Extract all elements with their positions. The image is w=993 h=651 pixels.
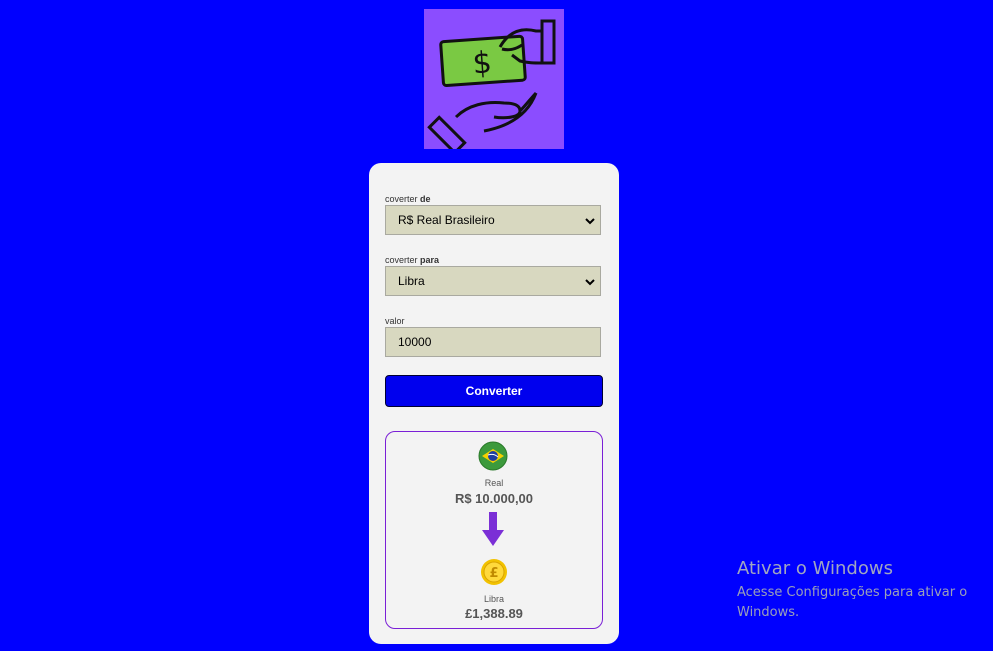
result-panel: Real R$ 10.000,00 £ Libra £1,388.89: [385, 431, 603, 629]
windows-activation-watermark: Ativar o Windows Acesse Configurações pa…: [737, 558, 987, 623]
svg-text:$: $: [471, 45, 492, 81]
amount-input[interactable]: 10000: [385, 327, 601, 357]
to-currency-value: Libra: [398, 274, 425, 288]
from-currency-label: coverter de: [385, 194, 431, 204]
amount-label: valor: [385, 316, 405, 326]
arrow-down-icon: [482, 512, 504, 546]
to-currency-label: coverter para: [385, 255, 440, 265]
watermark-title: Ativar o Windows: [737, 558, 893, 579]
to-currency-select[interactable]: Libra: [385, 266, 601, 296]
chevron-down-icon: [585, 279, 595, 286]
money-hands-icon: $: [427, 19, 556, 149]
from-currency-value: R$ Real Brasileiro: [398, 213, 495, 227]
pound-coin-icon: £: [481, 559, 507, 585]
svg-text:£: £: [489, 566, 498, 581]
app-logo: $: [424, 9, 564, 149]
from-amount-value: R$ 10.000,00: [454, 491, 534, 506]
amount-value: 10000: [398, 335, 432, 349]
converter-card: coverter de R$ Real Brasileiro coverter …: [369, 163, 619, 644]
from-currency-name: Real: [484, 478, 504, 488]
to-amount-value: £1,388.89: [465, 606, 523, 621]
convert-button[interactable]: Converter: [385, 375, 603, 407]
to-currency-name: Libra: [483, 594, 504, 604]
watermark-text: Acesse Configurações para ativar o Windo…: [737, 585, 968, 620]
chevron-down-icon: [585, 218, 595, 225]
brazil-flag-icon: [478, 441, 508, 471]
from-currency-select[interactable]: R$ Real Brasileiro: [385, 205, 601, 235]
